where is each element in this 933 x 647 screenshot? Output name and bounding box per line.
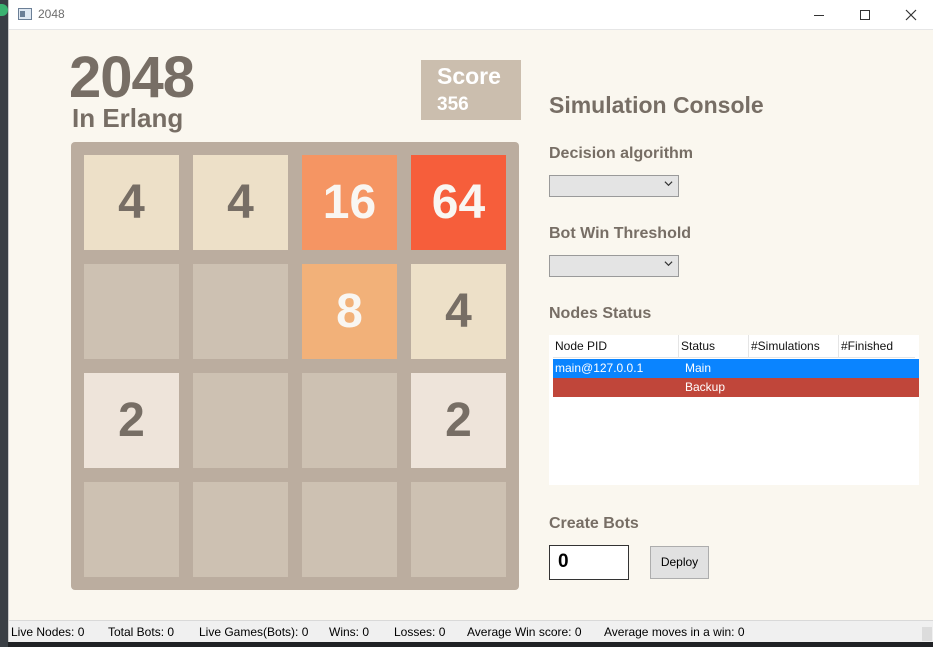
cell-status: Backup — [685, 380, 726, 394]
status-total-bots: Total Bots: 0 — [108, 625, 175, 639]
app-window: 2048 2048 In Erlang Score 356 4 4 16 64 8 4 2 2… — [8, 0, 933, 647]
empty-cell — [193, 482, 288, 577]
table-row[interactable]: Backup — [553, 378, 919, 397]
tile: 4 — [193, 155, 288, 250]
status-bar: Live Nodes: 0 Total Bots: 0 Live Games(B… — [9, 620, 933, 642]
status-live-nodes: Live Nodes: 0 — [11, 625, 85, 639]
minimize-button[interactable] — [796, 0, 842, 30]
column-header-status[interactable]: Status — [679, 335, 749, 358]
column-header-finished[interactable]: #Finished — [839, 335, 915, 358]
empty-cell — [84, 264, 179, 359]
column-header-node-pid[interactable]: Node PID — [553, 335, 679, 358]
decision-algorithm-label: Decision algorithm — [549, 145, 694, 162]
tile: 4 — [84, 155, 179, 250]
status-live-games: Live Games(Bots): 0 — [199, 625, 309, 639]
app-icon — [18, 8, 32, 20]
tile: 64 — [411, 155, 506, 250]
maximize-icon — [860, 10, 870, 21]
nodes-table[interactable]: Node PID Status #Simulations #Finished m… — [549, 335, 919, 485]
game-title: 2048 — [69, 45, 195, 110]
maximize-button[interactable] — [842, 0, 888, 30]
table-row[interactable]: main@127.0.0.1 Main — [553, 359, 919, 378]
tile: 2 — [411, 373, 506, 468]
chevron-down-icon — [664, 261, 673, 267]
desktop-background — [0, 0, 8, 647]
deploy-button[interactable]: Deploy — [650, 546, 709, 579]
create-bots-label: Create Bots — [549, 515, 639, 532]
tile: 2 — [84, 373, 179, 468]
close-icon — [905, 9, 917, 21]
empty-cell — [411, 482, 506, 577]
status-losses: Losses: 0 — [394, 625, 446, 639]
window-title: 2048 — [38, 7, 65, 21]
table-header: Node PID Status #Simulations #Finished — [553, 335, 915, 358]
status-wins: Wins: 0 — [329, 625, 370, 639]
close-button[interactable] — [888, 0, 933, 30]
score-value: 356 — [437, 94, 469, 115]
tile: 16 — [302, 155, 397, 250]
decision-algorithm-select[interactable] — [549, 175, 679, 197]
score-label: Score — [437, 63, 501, 89]
desktop-indicator — [0, 4, 8, 16]
empty-cell — [84, 482, 179, 577]
column-header-simulations[interactable]: #Simulations — [749, 335, 839, 358]
bot-win-threshold-select[interactable] — [549, 255, 679, 277]
bot-count-input[interactable]: 0 — [549, 545, 629, 580]
empty-cell — [302, 373, 397, 468]
game-board[interactable]: 4 4 16 64 8 4 2 2 — [71, 142, 519, 590]
taskbar — [8, 642, 933, 647]
empty-cell — [302, 482, 397, 577]
minimize-icon — [814, 14, 824, 16]
console-title: Simulation Console — [549, 92, 764, 118]
title-bar[interactable]: 2048 — [9, 0, 933, 30]
empty-cell — [193, 264, 288, 359]
nodes-status-label: Nodes Status — [549, 305, 652, 322]
status-avg-win-score: Average Win score: 0 — [467, 625, 582, 639]
status-avg-moves: Average moves in a win: 0 — [604, 625, 745, 639]
tile: 4 — [411, 264, 506, 359]
game-subtitle: In Erlang — [72, 103, 184, 133]
empty-cell — [193, 373, 288, 468]
tile: 8 — [302, 264, 397, 359]
resize-grip[interactable] — [922, 627, 932, 641]
score-box: Score 356 — [421, 60, 521, 120]
cell-node-pid: main@127.0.0.1 — [555, 361, 644, 375]
cell-status: Main — [685, 361, 712, 375]
bot-win-threshold-label: Bot Win Threshold — [549, 225, 692, 242]
chevron-down-icon — [664, 181, 673, 187]
